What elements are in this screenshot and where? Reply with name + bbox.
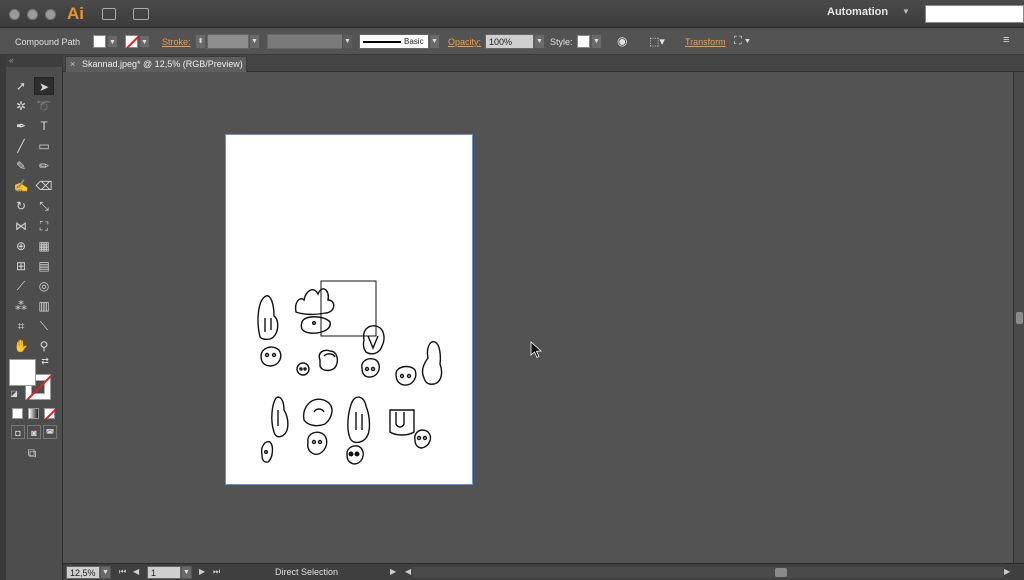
horizontal-scroll-thumb[interactable] — [775, 568, 787, 577]
mouse-cursor-icon — [530, 341, 542, 359]
current-tool-status[interactable]: Direct Selection — [275, 567, 338, 577]
zoom-dropdown-icon[interactable]: ▼ — [100, 566, 111, 579]
vertical-scroll-thumb[interactable] — [1016, 312, 1023, 324]
sketch-paths[interactable] — [257, 288, 443, 465]
status-bar: 12,5% ▼ ⏮ ◀ 1 ▼ ▶ ⏭ Direct Selection ▶ ◀… — [63, 563, 1024, 580]
artboard-number-field[interactable]: 1 — [147, 566, 181, 579]
scanned-sketch-artwork — [257, 280, 542, 465]
status-menu-icon[interactable]: ▶ — [390, 567, 396, 576]
previous-artboard-icon[interactable]: ◀ — [133, 567, 139, 576]
zoom-level-field[interactable]: 12,5% — [66, 566, 100, 579]
first-artboard-icon[interactable]: ⏮ — [119, 567, 126, 577]
horizontal-scrollbar[interactable] — [413, 567, 1003, 578]
artboard-dropdown-icon[interactable]: ▼ — [181, 566, 192, 579]
vertical-scrollbar[interactable] — [1013, 72, 1024, 563]
scroll-left-icon[interactable]: ◀ — [405, 567, 411, 576]
scroll-right-icon[interactable]: ▶ — [1004, 567, 1010, 576]
fill-color-box[interactable] — [9, 359, 36, 386]
last-artboard-icon[interactable]: ⏭ — [213, 567, 220, 577]
next-artboard-icon[interactable]: ▶ — [199, 567, 205, 576]
